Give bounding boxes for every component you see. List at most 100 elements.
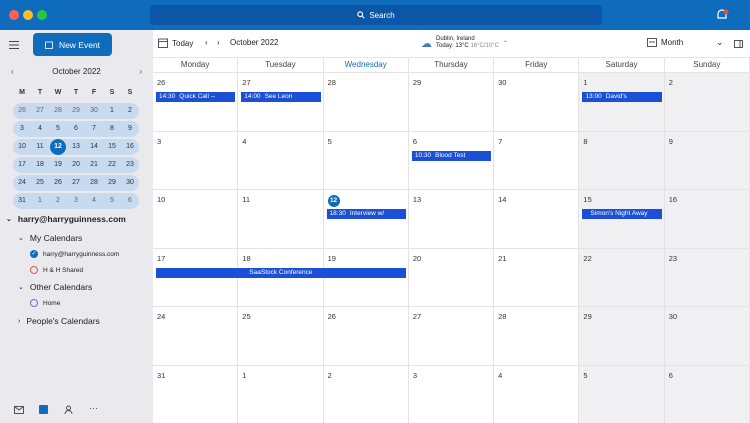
- mini-day-today[interactable]: 12: [50, 139, 66, 155]
- people-calendars-header[interactable]: › People's Calendars: [18, 316, 100, 326]
- mini-day[interactable]: 10: [13, 139, 31, 155]
- day-cell[interactable]: 4: [494, 364, 580, 423]
- calendar-item-harry[interactable]: ✓ harry@harryguinness.com: [30, 250, 119, 258]
- other-calendars-header[interactable]: ⌄ Other Calendars: [18, 282, 92, 292]
- mini-prev-month-icon[interactable]: ‹: [11, 67, 14, 76]
- day-cell[interactable]: 5: [579, 364, 665, 423]
- account-header[interactable]: ⌄ harry@harryguinness.com: [6, 214, 126, 224]
- day-cell[interactable]: 30: [494, 72, 580, 131]
- mini-day[interactable]: 15: [103, 139, 121, 155]
- mini-day[interactable]: 26: [13, 103, 31, 119]
- day-cell[interactable]: 8: [579, 130, 665, 189]
- mini-day[interactable]: 19: [49, 157, 67, 173]
- day-cell[interactable]: 3: [408, 364, 495, 423]
- mini-day[interactable]: 2: [49, 193, 67, 209]
- mini-day[interactable]: 1: [103, 103, 121, 119]
- today-button[interactable]: Today: [158, 38, 193, 48]
- day-cell[interactable]: 4: [238, 130, 324, 189]
- mini-day[interactable]: 8: [103, 121, 121, 137]
- day-cell[interactable]: 5: [323, 130, 409, 189]
- day-cell[interactable]: 20: [408, 247, 495, 306]
- day-cell[interactable]: 3: [153, 130, 239, 189]
- event-e5[interactable]: 18:30 Interview w/: [324, 209, 406, 219]
- day-cell[interactable]: 28: [323, 72, 409, 131]
- pane-toggle-icon[interactable]: [734, 40, 743, 48]
- event-e6[interactable]: Simon's Night Away: [580, 209, 662, 219]
- event-e3[interactable]: 13:00 David's: [580, 92, 662, 102]
- mini-day[interactable]: 29: [67, 103, 85, 119]
- day-cell[interactable]: 11: [238, 189, 324, 248]
- mini-day[interactable]: 26: [49, 175, 67, 191]
- mini-day[interactable]: 3: [13, 121, 31, 137]
- mini-day[interactable]: 4: [31, 121, 49, 137]
- new-event-button[interactable]: New Event: [33, 33, 112, 56]
- mini-day[interactable]: 2: [121, 103, 139, 119]
- mini-day[interactable]: 29: [103, 175, 121, 191]
- more-icon[interactable]: ···: [89, 403, 98, 413]
- day-cell[interactable]: 13: [408, 189, 495, 248]
- next-month-icon[interactable]: ›: [217, 38, 220, 47]
- mini-day[interactable]: 30: [85, 103, 103, 119]
- mini-day[interactable]: 12: [49, 139, 67, 155]
- day-cell[interactable]: 25: [238, 306, 324, 365]
- mini-day[interactable]: 11: [31, 139, 49, 155]
- mini-day[interactable]: 16: [121, 139, 139, 155]
- mini-day[interactable]: 25: [31, 175, 49, 191]
- day-cell[interactable]: 10: [153, 189, 239, 248]
- mini-day[interactable]: 14: [85, 139, 103, 155]
- calendar-icon[interactable]: [39, 405, 48, 414]
- mini-day[interactable]: 20: [67, 157, 85, 173]
- day-cell[interactable]: 31: [153, 364, 239, 423]
- calendar-item-home[interactable]: Home: [30, 299, 60, 307]
- day-cell[interactable]: 28: [494, 306, 580, 365]
- zoom-window-button[interactable]: [37, 10, 47, 20]
- day-cell[interactable]: 27: [408, 306, 495, 365]
- mini-day[interactable]: 13: [67, 139, 85, 155]
- mini-next-month-icon[interactable]: ›: [139, 67, 142, 76]
- day-cell[interactable]: 1: [238, 364, 324, 423]
- mini-day[interactable]: 9: [121, 121, 139, 137]
- calendar-item-shared[interactable]: H & H Shared: [30, 266, 83, 274]
- hamburger-menu-icon[interactable]: [9, 41, 19, 49]
- event-e4[interactable]: 10:30 Blood Test: [409, 150, 492, 161]
- day-cell[interactable]: 29: [579, 306, 665, 365]
- mini-day[interactable]: 27: [67, 175, 85, 191]
- mini-day[interactable]: 5: [103, 193, 121, 209]
- event-e2[interactable]: 14:00 See Leon: [239, 92, 321, 102]
- mini-day[interactable]: 28: [49, 103, 67, 119]
- mini-day[interactable]: 22: [103, 157, 121, 173]
- day-cell[interactable]: 22: [579, 247, 665, 306]
- day-cell[interactable]: 14: [494, 189, 580, 248]
- day-cell[interactable]: 7: [494, 130, 580, 189]
- day-cell[interactable]: 16: [664, 189, 750, 248]
- mini-day[interactable]: 6: [67, 121, 85, 137]
- prev-month-icon[interactable]: ‹: [205, 38, 208, 47]
- mini-day[interactable]: 30: [121, 175, 139, 191]
- day-cell[interactable]: 29: [408, 72, 495, 131]
- day-cell[interactable]: 6: [664, 364, 750, 423]
- minimize-window-button[interactable]: [23, 10, 33, 20]
- view-selector[interactable]: Month: [647, 38, 683, 47]
- day-cell[interactable]: 2: [323, 364, 409, 423]
- day-cell[interactable]: 26: [323, 306, 409, 365]
- mini-day[interactable]: 1: [31, 193, 49, 209]
- event-e1[interactable]: 14:30 Quick Call --: [154, 92, 236, 102]
- mini-day[interactable]: 7: [85, 121, 103, 137]
- search-bar[interactable]: Search: [150, 5, 602, 25]
- mail-icon[interactable]: [14, 406, 24, 414]
- mini-day[interactable]: 17: [13, 157, 31, 173]
- day-cell[interactable]: 24: [153, 306, 239, 365]
- notification-bell-icon[interactable]: [715, 8, 729, 22]
- day-cell[interactable]: 23: [664, 247, 750, 306]
- mini-day[interactable]: 6: [121, 193, 139, 209]
- mini-day[interactable]: 4: [85, 193, 103, 209]
- weather-widget[interactable]: ☁ Dublin, Ireland Today: 13°C 16°C/10°C …: [421, 36, 508, 50]
- view-dropdown-chevron-icon[interactable]: ⌄: [716, 37, 724, 48]
- mini-day[interactable]: 18: [31, 157, 49, 173]
- mini-day[interactable]: 24: [13, 175, 31, 191]
- mini-day[interactable]: 21: [85, 157, 103, 173]
- my-calendars-header[interactable]: ⌄ My Calendars: [18, 233, 82, 243]
- mini-day[interactable]: 27: [31, 103, 49, 119]
- close-window-button[interactable]: [9, 10, 19, 20]
- day-cell[interactable]: 2: [664, 72, 750, 131]
